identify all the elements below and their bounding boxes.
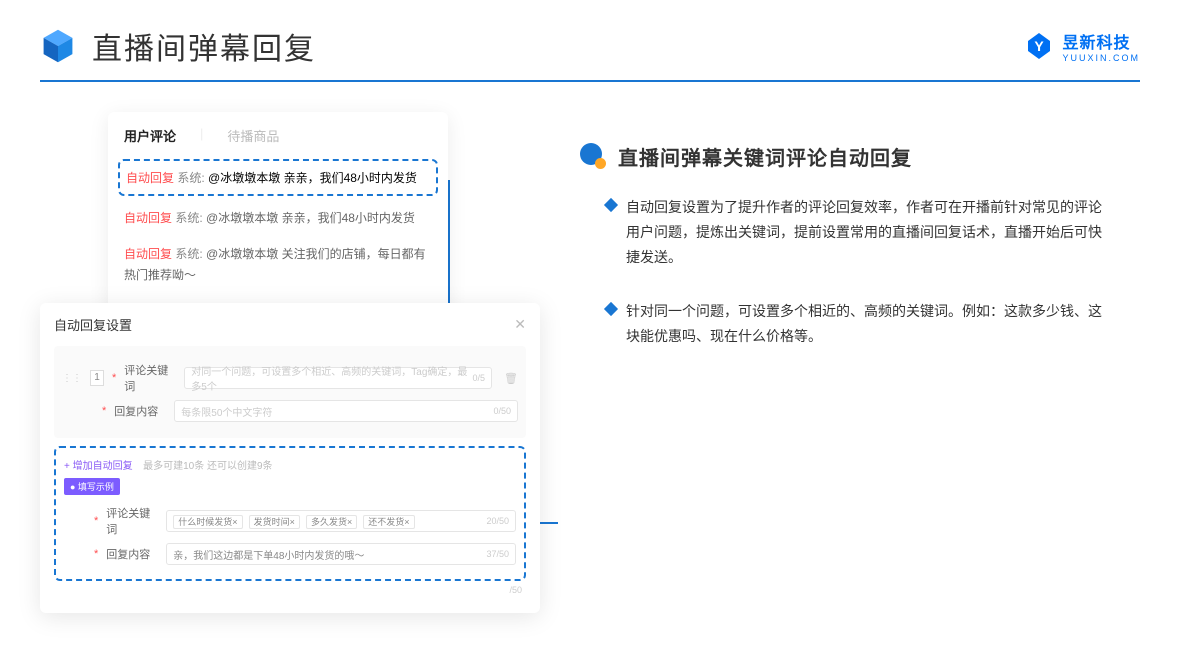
tag[interactable]: 多久发货×	[306, 515, 357, 529]
keyword-label: 评论关键词	[124, 362, 176, 394]
auto-reply-label: 自动回复	[126, 171, 174, 185]
comment-row: 自动回复 系统: @冰墩墩本墩 关注我们的店铺，每日都有热门推荐呦～	[108, 236, 448, 293]
page-header: 直播间弹幕回复 Y 昱新科技 YUUXIN.COM	[0, 0, 1180, 68]
right-column: 直播间弹幕关键词评论自动回复 自动回复设置为了提升作者的评论回复效率，作者可在开…	[580, 112, 1140, 613]
section-header: 直播间弹幕关键词评论自动回复	[580, 142, 1140, 171]
tabs: 用户评论 | 待播商品	[108, 126, 448, 155]
bullet-item: 针对同一个问题，可设置多个相近的、高频的关键词。例如：这款多少钱、这块能优惠吗、…	[606, 299, 1140, 349]
setting-body: ⋮⋮ 1 * 评论关键词 对同一个问题，可设置多个相近、高频的关键词，Tag确定…	[54, 346, 526, 438]
keyword-input[interactable]: 对同一个问题，可设置多个相近、高频的关键词，Tag确定，最多5个 0/5	[184, 367, 492, 389]
add-hint: 最多可建10条 还可以创建9条	[143, 461, 272, 472]
brand-name: 昱新科技	[1062, 29, 1140, 53]
bullet-text: 针对同一个问题，可设置多个相近的、高频的关键词。例如：这款多少钱、这块能优惠吗、…	[626, 299, 1106, 349]
tag[interactable]: 发货时间×	[249, 515, 300, 529]
comment-text: @冰墩墩本墩 亲亲，我们48小时内发货	[208, 171, 417, 185]
diamond-icon	[604, 198, 618, 212]
example-content-row: * 回复内容 亲，我们这边都是下单48小时内发货的哦～ 37/50	[64, 543, 516, 565]
page-title: 直播间弹幕回复	[92, 24, 316, 68]
comment-row: 自动回复 系统: @冰墩墩本墩 亲亲，我们48小时内发货	[108, 200, 448, 236]
add-auto-reply-link[interactable]: + 增加自动回复	[64, 461, 133, 472]
diamond-icon	[604, 301, 618, 315]
trash-icon[interactable]: 🗑	[504, 372, 518, 385]
brand-logo: Y 昱新科技 YUUXIN.COM	[1024, 29, 1140, 63]
content-label: 回复内容	[114, 403, 166, 419]
example-keyword-input[interactable]: 什么时候发货× 发货时间× 多久发货× 还不发货× 20/50	[166, 510, 516, 532]
content-input[interactable]: 每条限50个中文字符 0/50	[174, 400, 518, 422]
bullet-item: 自动回复设置为了提升作者的评论回复效率，作者可在开播前针对常见的评论用户问题，提…	[606, 195, 1140, 271]
example-badge: ● 填写示例	[64, 478, 120, 495]
sys-prefix: 系统:	[177, 171, 204, 185]
example-content-input[interactable]: 亲，我们这边都是下单48小时内发货的哦～ 37/50	[166, 543, 516, 565]
settings-header: 自动回复设置 ✕	[54, 315, 526, 342]
cube-icon	[40, 28, 76, 64]
keyword-row: ⋮⋮ 1 * 评论关键词 对同一个问题，可设置多个相近、高频的关键词，Tag确定…	[62, 362, 518, 394]
svg-text:Y: Y	[1035, 38, 1045, 54]
settings-title: 自动回复设置	[54, 315, 132, 334]
footer-counter: /50	[54, 585, 526, 595]
left-column: 用户评论 | 待播商品 自动回复 系统: @冰墩墩本墩 亲亲，我们48小时内发货…	[40, 112, 550, 613]
example-keyword-row: * 评论关键词 什么时候发货× 发货时间× 多久发货× 还不发货× 20/50	[64, 505, 516, 537]
brand-sub: YUUXIN.COM	[1062, 53, 1140, 63]
bullet-text: 自动回复设置为了提升作者的评论回复效率，作者可在开播前针对常见的评论用户问题，提…	[626, 195, 1106, 271]
content: 用户评论 | 待播商品 自动回复 系统: @冰墩墩本墩 亲亲，我们48小时内发货…	[0, 82, 1180, 613]
tag[interactable]: 什么时候发货×	[173, 515, 242, 529]
drag-icon[interactable]: ⋮⋮	[62, 373, 82, 384]
index-box: 1	[90, 370, 104, 386]
settings-card: 自动回复设置 ✕ ⋮⋮ 1 * 评论关键词 对同一个问题，可设置多个相近、高频的…	[40, 303, 540, 613]
highlighted-comment: 自动回复 系统: @冰墩墩本墩 亲亲，我们48小时内发货	[118, 159, 438, 196]
tab-pending-products[interactable]: 待播商品	[227, 126, 279, 145]
header-left: 直播间弹幕回复	[40, 24, 316, 68]
tag[interactable]: 还不发货×	[363, 515, 414, 529]
close-icon[interactable]: ✕	[514, 316, 526, 333]
comments-card: 用户评论 | 待播商品 自动回复 系统: @冰墩墩本墩 亲亲，我们48小时内发货…	[108, 112, 448, 333]
tab-user-comments[interactable]: 用户评论	[124, 126, 176, 145]
content-row: * 回复内容 每条限50个中文字符 0/50	[62, 400, 518, 422]
example-section: + 增加自动回复 最多可建10条 还可以创建9条 ● 填写示例 * 评论关键词 …	[54, 446, 526, 581]
section-title: 直播间弹幕关键词评论自动回复	[618, 142, 912, 171]
brand-icon: Y	[1024, 31, 1054, 61]
bubble-icon	[580, 143, 608, 171]
